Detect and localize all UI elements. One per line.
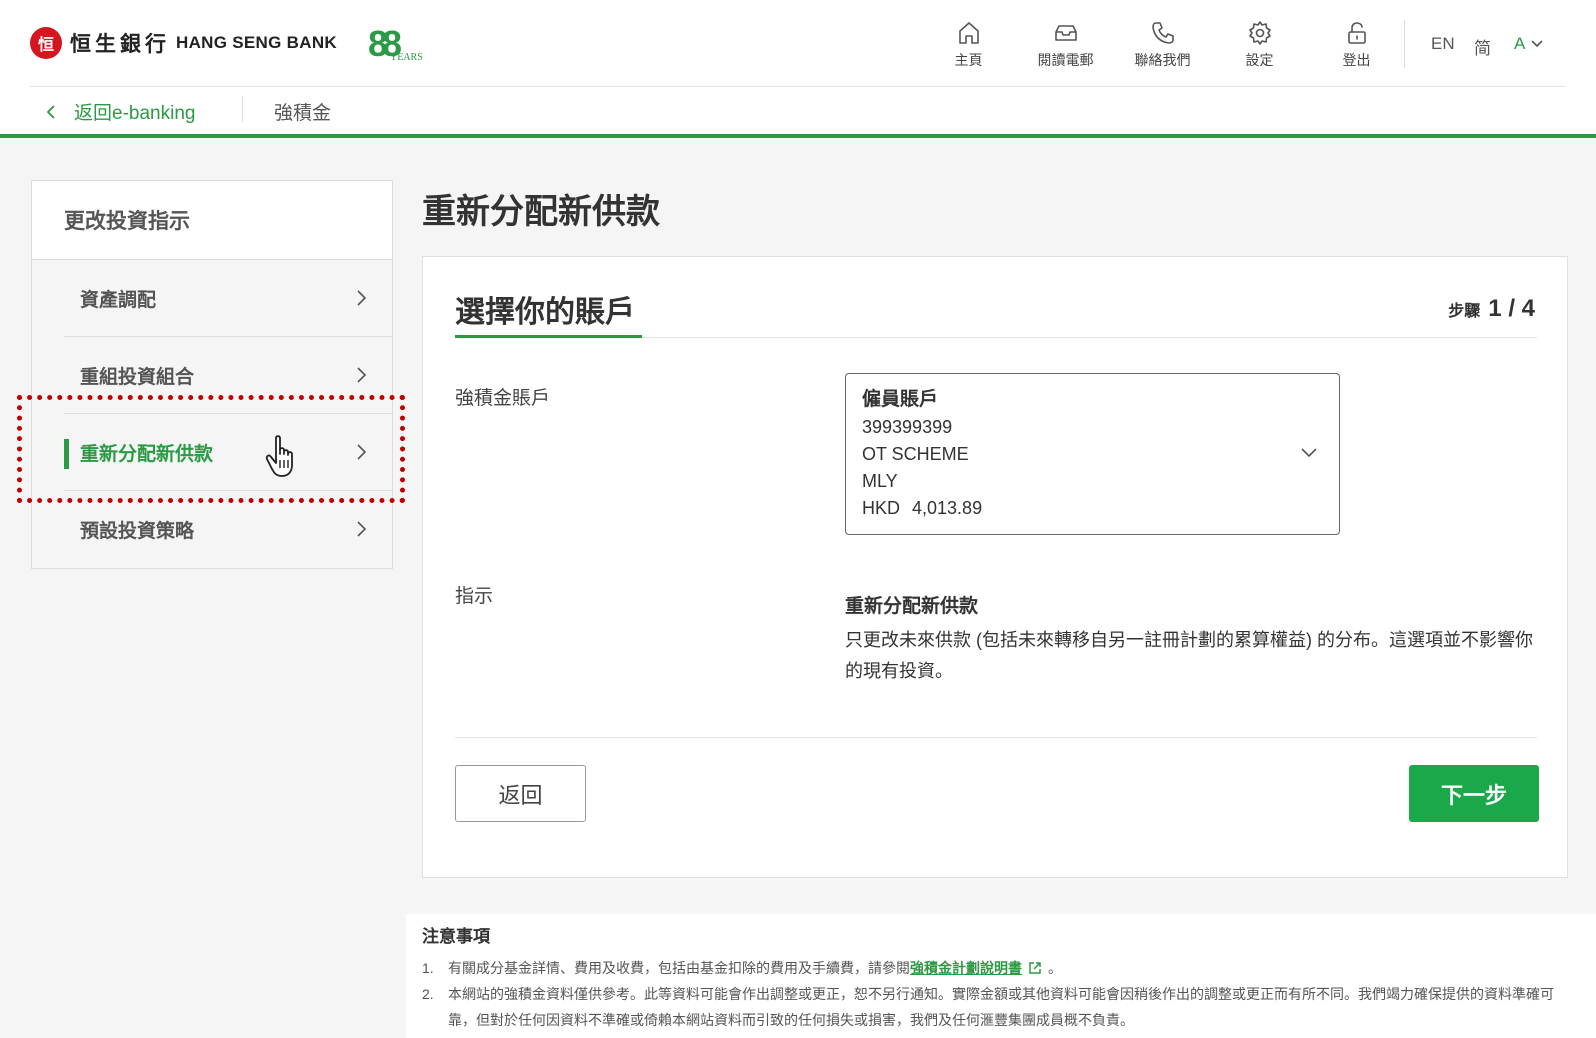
notes-section: 注意事項 1. 有關成分基金詳情、費用及收費，包括由基金扣除的費用及手續費，請參… <box>406 914 1596 1038</box>
nav-divider <box>1404 20 1405 68</box>
chevron-left-icon <box>46 104 55 119</box>
external-link-icon[interactable] <box>1028 961 1042 975</box>
sidebar-item-asset-allocation[interactable]: 資產調配 <box>64 260 392 337</box>
note-number: 2. <box>422 986 434 1002</box>
note-item: 2. 本網站的強積金資料僅供參考。此等資料可能會作出調整或更正，恕不另行通知。實… <box>422 981 1580 1033</box>
chevron-right-icon <box>357 290 366 306</box>
hang-seng-logo-icon: 恒 <box>30 27 62 59</box>
note-text: 有關成分基金詳情、費用及收費，包括由基金扣除的費用及手續費，請參閱強積金計劃說明… <box>448 955 1062 981</box>
language-english-link[interactable]: EN <box>1431 34 1455 54</box>
account-name: MLY <box>862 471 898 491</box>
nav-logout-label: 登出 <box>1342 52 1371 68</box>
top-navigation: 主頁 閱讀電郵 聯絡我們 設定 登出 <box>920 20 1405 70</box>
sidebar-item-label: 預設投資策略 <box>80 521 195 542</box>
anniversary-years: YEARS <box>390 52 423 63</box>
account-currency: HKD <box>862 498 901 518</box>
back-to-ebanking-label: 返回e-banking <box>74 103 196 124</box>
back-button[interactable]: 返回 <box>455 765 586 822</box>
nav-inbox[interactable]: 閱讀電郵 <box>1017 20 1114 70</box>
instruction-title: 重新分配新供款 <box>845 596 979 617</box>
account-balance-line: HKD 4,013.89 <box>862 495 1323 522</box>
font-size-dropdown[interactable]: A <box>1514 34 1543 54</box>
chevron-right-icon <box>357 521 366 537</box>
chevron-down-icon <box>1531 40 1543 48</box>
account-balance: 4,013.89 <box>912 498 983 518</box>
nav-logout[interactable]: 登出 <box>1308 20 1405 70</box>
note-text-before: 有關成分基金詳情、費用及收費，包括由基金扣除的費用及手續費，請參閱 <box>448 960 910 976</box>
inbox-icon <box>1054 25 1077 41</box>
breadcrumb-current: 強積金 <box>274 103 332 124</box>
chevron-down-icon <box>1301 448 1317 458</box>
note-text-after: 。 <box>1048 960 1062 976</box>
lock-icon <box>1347 22 1366 44</box>
header-divider <box>30 86 1566 87</box>
next-step-button[interactable]: 下一步 <box>1409 765 1539 822</box>
sidebar-item-label: 重組投資組合 <box>80 366 195 388</box>
font-size-label: A <box>1514 34 1526 53</box>
anniversary-logo: 88 YEARS <box>368 24 428 68</box>
logo-chinese-text: 恒生銀行 <box>70 31 170 56</box>
note-number: 1. <box>422 960 434 976</box>
mpf-account-select[interactable]: 僱員賬戶 399399399 OT SCHEME MLY HKD 4,013.89 <box>845 373 1340 535</box>
highlight-annotation <box>17 395 405 503</box>
nav-settings-label: 設定 <box>1245 52 1274 68</box>
home-icon <box>958 22 979 44</box>
note-item: 1. 有關成分基金詳情、費用及收費，包括由基金扣除的費用及手續費，請參閱強積金計… <box>422 955 1580 981</box>
logo-english-text: HANG SENG BANK <box>176 33 337 52</box>
nav-contact-label: 聯絡我們 <box>1134 52 1191 68</box>
phone-icon <box>1151 22 1174 44</box>
chevron-right-icon <box>357 367 366 383</box>
sidebar: 更改投資指示 資產調配 重組投資組合 重新分配新供款 預設投資策略 <box>31 180 393 569</box>
bank-logo[interactable]: 恒 恒生銀行 HANG SENG BANK <box>30 27 337 59</box>
nav-home-label: 主頁 <box>954 52 983 68</box>
nav-inbox-label: 閱讀電郵 <box>1037 52 1094 68</box>
account-type: 僱員賬戶 <box>862 389 939 410</box>
step-indicator: 步驟 1 / 4 <box>1448 295 1535 323</box>
card-divider <box>455 737 1537 738</box>
account-scheme: OT SCHEME <box>862 444 969 464</box>
instruction-description: 只更改未來供款 (包括未來轉移自另一註冊計劃的累算權益) 的分布。這選項並不影響… <box>845 630 1533 681</box>
account-number: 399399399 <box>862 417 953 437</box>
breadcrumb-divider <box>242 96 243 122</box>
nav-contact[interactable]: 聯絡我們 <box>1114 20 1211 70</box>
sidebar-item-label: 資產調配 <box>80 289 157 311</box>
page-title: 重新分配新供款 <box>422 193 660 231</box>
instruction-label: 指示 <box>455 586 494 607</box>
nav-settings[interactable]: 設定 <box>1211 20 1308 70</box>
select-account-card: 選擇你的賬戶 步驟 1 / 4 強積金賬戶 僱員賬戶 399399399 OT … <box>422 256 1568 878</box>
gear-icon <box>1248 21 1271 45</box>
mpf-account-label: 強積金賬戶 <box>455 388 551 409</box>
card-title: 選擇你的賬戶 <box>455 296 635 329</box>
language-simplified-link[interactable]: 简 <box>1474 34 1491 59</box>
card-title-accent <box>455 335 642 338</box>
sidebar-heading: 更改投資指示 <box>32 181 392 260</box>
nav-home[interactable]: 主頁 <box>920 20 1017 70</box>
header: 恒 恒生銀行 HANG SENG BANK 88 YEARS 主頁 閱讀電郵 聯… <box>0 0 1596 138</box>
notes-title: 注意事項 <box>422 927 490 946</box>
back-to-ebanking-link[interactable]: 返回e-banking <box>46 98 195 125</box>
note-text: 本網站的強積金資料僅供參考。此等資料可能會作出調整或更正，恕不另行通知。實際金額… <box>448 986 1554 1028</box>
mpf-scheme-brochure-link[interactable]: 強積金計劃說明書 <box>910 960 1022 976</box>
step-value: 1 / 4 <box>1488 295 1535 322</box>
step-label: 步驟 <box>1448 303 1481 320</box>
